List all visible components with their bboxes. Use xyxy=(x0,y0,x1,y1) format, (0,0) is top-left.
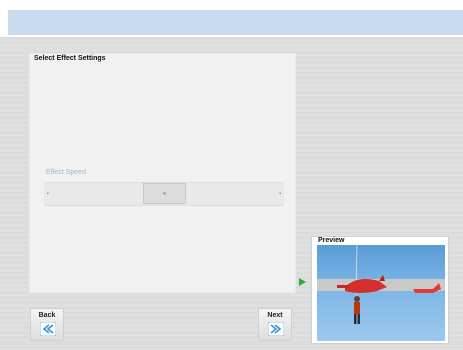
back-button-label: Back xyxy=(38,312,56,319)
preview-box: Preview xyxy=(311,236,449,344)
double-chevron-right-icon xyxy=(268,322,284,336)
header-banner xyxy=(8,10,463,35)
slider-thumb[interactable] xyxy=(143,183,186,204)
slider-min-marker: • xyxy=(47,191,49,197)
effect-settings-panel: Select Effect Settings Effect Speed • • xyxy=(29,53,296,293)
slider-max-marker: • xyxy=(279,191,281,197)
effect-speed-slider[interactable]: • • xyxy=(44,182,284,206)
panel-title: Select Effect Settings xyxy=(34,55,106,62)
next-button-label: Next xyxy=(267,312,283,319)
preview-image xyxy=(317,245,445,341)
slider-grip-icon xyxy=(163,192,166,195)
next-button[interactable]: Next xyxy=(258,308,292,341)
header-bar xyxy=(0,0,463,37)
back-button[interactable]: Back xyxy=(30,308,64,341)
effect-speed-label: Effect Speed xyxy=(46,169,86,176)
preview-label: Preview xyxy=(318,237,345,244)
play-arrow-icon xyxy=(299,278,306,286)
double-chevron-left-icon xyxy=(40,322,56,336)
